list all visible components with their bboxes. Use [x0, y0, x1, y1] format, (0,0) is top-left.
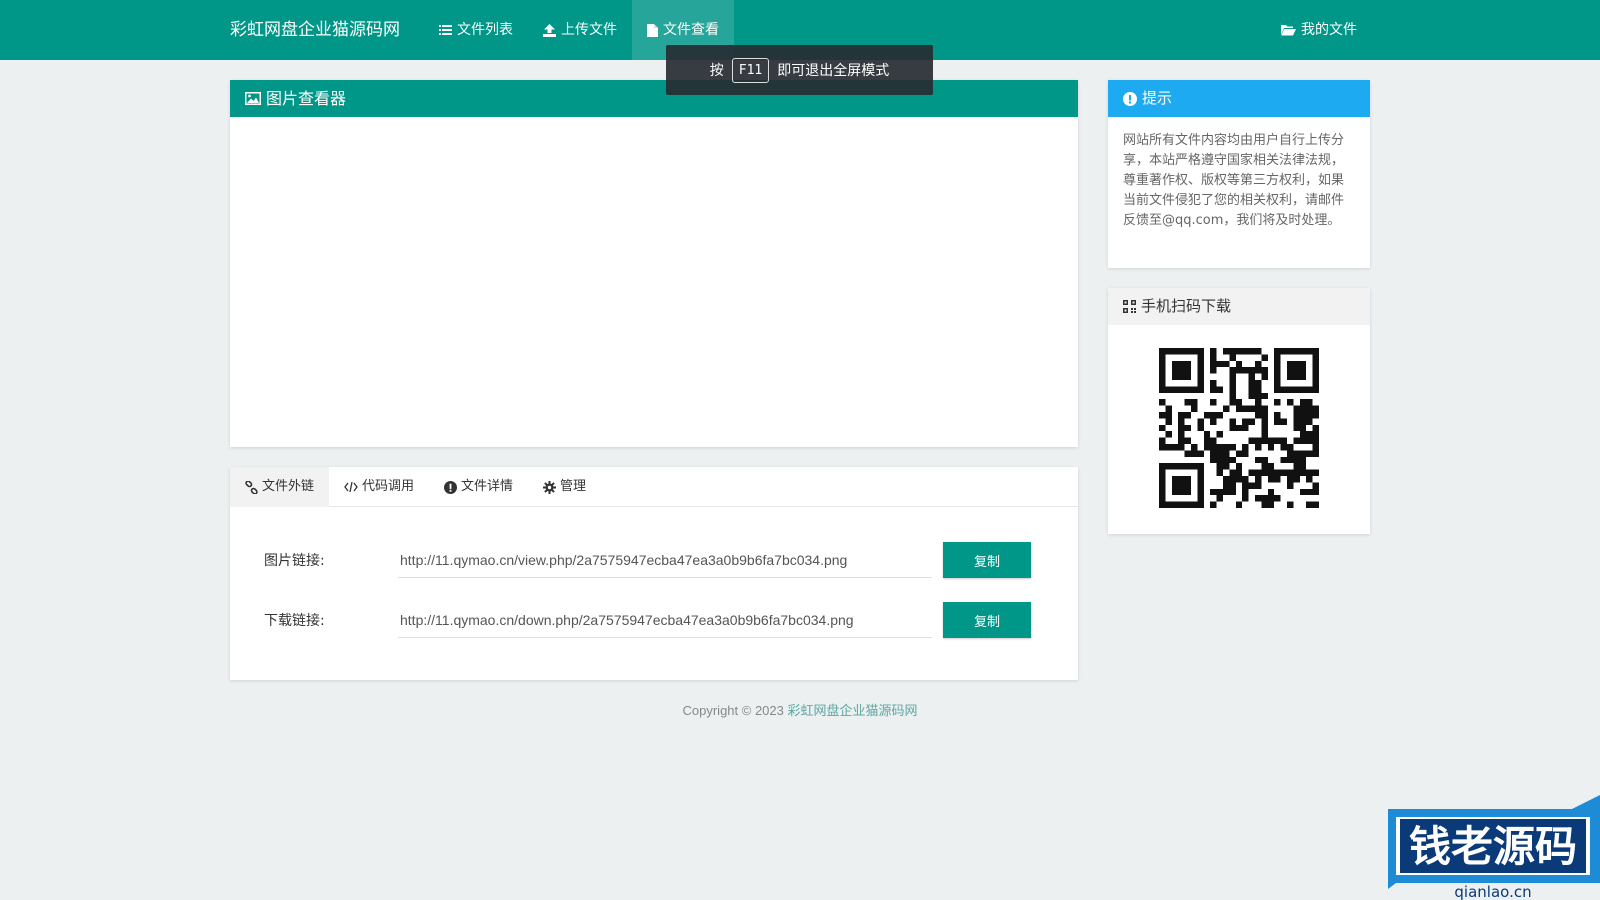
download-link-row: 下载链接: 复制 — [230, 602, 1078, 638]
copyright-text: Copyright © 2023 — [682, 703, 784, 718]
tab-file-link[interactable]: 文件外链 — [230, 467, 330, 507]
brand-title[interactable]: 彩虹网盘企业猫源码网 — [230, 0, 400, 60]
fullscreen-tip-suffix: 即可退出全屏模式 — [777, 63, 890, 79]
copy-image-link-button[interactable]: 复制 — [943, 542, 1031, 578]
nav-file-list-label: 文件列表 — [457, 22, 513, 38]
qr-download-panel: 手机扫码下载 — [1108, 288, 1370, 534]
folder-open-icon — [1281, 25, 1296, 36]
nav-upload-file[interactable]: 上传文件 — [528, 0, 632, 60]
notice-panel: 提示 网站所有文件内容均由用户自行上传分享，本站严格遵守国家相关法律法规，尊重著… — [1108, 80, 1370, 268]
image-link-row: 图片链接: 复制 — [230, 542, 1078, 578]
tab-file-details-label: 文件详情 — [461, 479, 514, 494]
tab-manage-label: 管理 — [560, 479, 587, 494]
download-link-label: 下载链接: — [264, 613, 325, 629]
qrcode-icon — [1123, 300, 1136, 313]
qr-header: 手机扫码下载 — [1108, 288, 1370, 325]
qianlao-watermark-logo: 钱老源码 qianlao.cn — [1388, 795, 1600, 900]
image-link-label: 图片链接: — [264, 553, 325, 569]
qr-code-image — [1159, 348, 1319, 508]
footer: Copyright © 2023 彩虹网盘企业猫源码网 — [0, 700, 1600, 719]
fullscreen-tip: 按 F11 即可退出全屏模式 — [666, 45, 933, 95]
footer-site-link[interactable]: 彩虹网盘企业猫源码网 — [787, 703, 917, 718]
tab-file-link-label: 文件外链 — [262, 479, 315, 494]
info-circle-icon — [1123, 91, 1137, 106]
image-display-area[interactable] — [230, 117, 1078, 447]
download-link-input[interactable] — [398, 602, 932, 638]
link-icon — [245, 480, 258, 494]
qr-title: 手机扫码下载 — [1141, 297, 1232, 315]
file-icon — [647, 23, 658, 37]
code-icon — [344, 481, 358, 493]
fullscreen-tip-prefix: 按 — [709, 63, 724, 79]
notice-header: 提示 — [1108, 80, 1370, 117]
image-viewer-header: 图片查看器 — [230, 80, 1078, 117]
nav-my-files-label: 我的文件 — [1301, 22, 1357, 38]
tab-bar: 文件外链 代码调用 文件详情 管理 — [230, 467, 1078, 507]
watermark-text: 钱老源码 — [1409, 822, 1577, 871]
image-viewer-title: 图片查看器 — [266, 89, 347, 108]
list-icon — [439, 25, 452, 35]
tab-manage[interactable]: 管理 — [528, 467, 601, 507]
nav-my-files[interactable]: 我的文件 — [1266, 0, 1372, 60]
file-tabs-panel: 文件外链 代码调用 文件详情 管理 图片链接: 复制 下载链接: 复制 — [230, 467, 1078, 680]
copy-download-link-button[interactable]: 复制 — [943, 602, 1031, 638]
tab-file-details[interactable]: 文件详情 — [429, 467, 528, 507]
notice-title: 提示 — [1142, 89, 1173, 107]
f11-key: F11 — [731, 57, 770, 83]
image-icon — [245, 92, 261, 105]
image-link-input[interactable] — [398, 542, 932, 578]
notice-body: 网站所有文件内容均由用户自行上传分享，本站严格遵守国家相关法律法规，尊重著作权、… — [1123, 133, 1345, 228]
tab-code-embed-label: 代码调用 — [362, 479, 415, 494]
gear-icon — [543, 480, 557, 494]
upload-icon — [543, 23, 556, 37]
image-viewer-panel: 图片查看器 — [230, 80, 1078, 447]
qr-code-modules — [1159, 348, 1319, 508]
watermark-domain: qianlao.cn — [1454, 883, 1531, 900]
info-circle-icon — [444, 480, 458, 494]
nav-upload-file-label: 上传文件 — [561, 22, 617, 38]
tab-code-embed[interactable]: 代码调用 — [329, 467, 429, 507]
nav-file-list[interactable]: 文件列表 — [424, 0, 528, 60]
